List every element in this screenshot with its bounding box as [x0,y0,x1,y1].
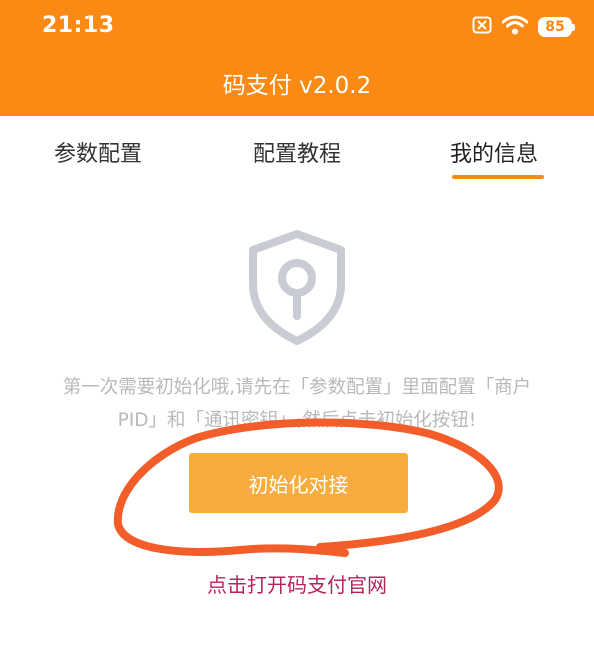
init-notice-line-2: PID」和「通讯密钥」,然后点击初始化按钮! [117,410,477,431]
top-bar: 21:13 85 码支付 v2.0.2 [0,0,594,116]
active-tab-indicator [452,175,544,179]
tab-bar: 参数配置 配置教程 我的信息 [0,116,594,188]
wifi-icon [501,15,529,39]
init-notice-line-1: 第一次需要初始化哦,请先在「参数配置」里面配置「商户 [62,377,532,398]
app-screen: 21:13 85 码支付 v2.0.2 参数配置 配置教程 我的信息 第一次需要… [0,0,594,648]
tab-my-info[interactable]: 我的信息 [450,136,538,168]
status-time: 21:13 [42,13,115,38]
battery-icon: 85 [538,17,575,37]
status-icons: 85 [472,12,575,42]
tab-params-config[interactable]: 参数配置 [54,136,142,168]
sim-off-icon [472,16,492,38]
open-official-site-link[interactable]: 点击打开码支付官网 [0,569,594,598]
shield-keyhole-icon [244,228,350,346]
init-notice: 第一次需要初始化哦,请先在「参数配置」里面配置「商户 PID」和「通讯密钥」,然… [20,371,574,437]
tab-config-tutorial[interactable]: 配置教程 [253,136,341,168]
init-connect-button[interactable]: 初始化对接 [189,453,408,513]
app-title: 码支付 v2.0.2 [222,73,372,99]
